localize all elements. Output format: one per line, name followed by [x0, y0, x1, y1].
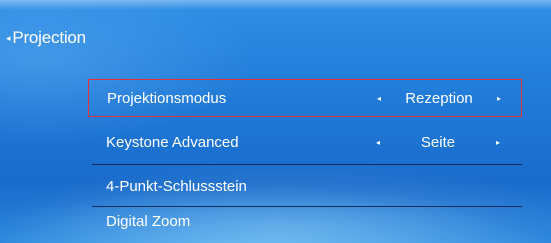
menu-item-label: Keystone Advanced: [106, 133, 239, 151]
menu-item-4-punkt-schlussstein[interactable]: 4-Punkt-Schlussstein: [88, 167, 522, 205]
menu-item-projektionsmodus[interactable]: Projektionsmodus ◂ Rezeption ▸: [88, 79, 522, 117]
menu-item-label: 4-Punkt-Schlussstein: [106, 177, 247, 195]
arrow-left-icon[interactable]: ◂: [377, 94, 381, 103]
arrow-left-icon[interactable]: ◂: [376, 138, 380, 147]
menu-item-label: Projektionsmodus: [107, 89, 227, 107]
menu-item-value: Seite: [420, 133, 456, 151]
arrow-right-icon[interactable]: ▸: [496, 138, 500, 147]
menu-item-keystone-advanced[interactable]: Keystone Advanced ◂ Seite ▸: [88, 123, 522, 161]
menu-item-value: Rezeption: [405, 89, 473, 107]
menu-title[interactable]: ◂ Projection: [6, 26, 86, 50]
menu-item-label: Digital Zoom: [106, 212, 191, 230]
projection-menu-screen: ◂ Projection Projektionsmodus ◂ Rezeptio…: [0, 0, 551, 243]
menu-divider: [92, 164, 522, 165]
menu-item-digital-zoom[interactable]: Digital Zoom: [88, 202, 522, 240]
page-title: Projection: [12, 28, 86, 47]
arrow-right-icon[interactable]: ▸: [497, 94, 501, 103]
back-arrow-icon: ◂: [6, 32, 11, 43]
